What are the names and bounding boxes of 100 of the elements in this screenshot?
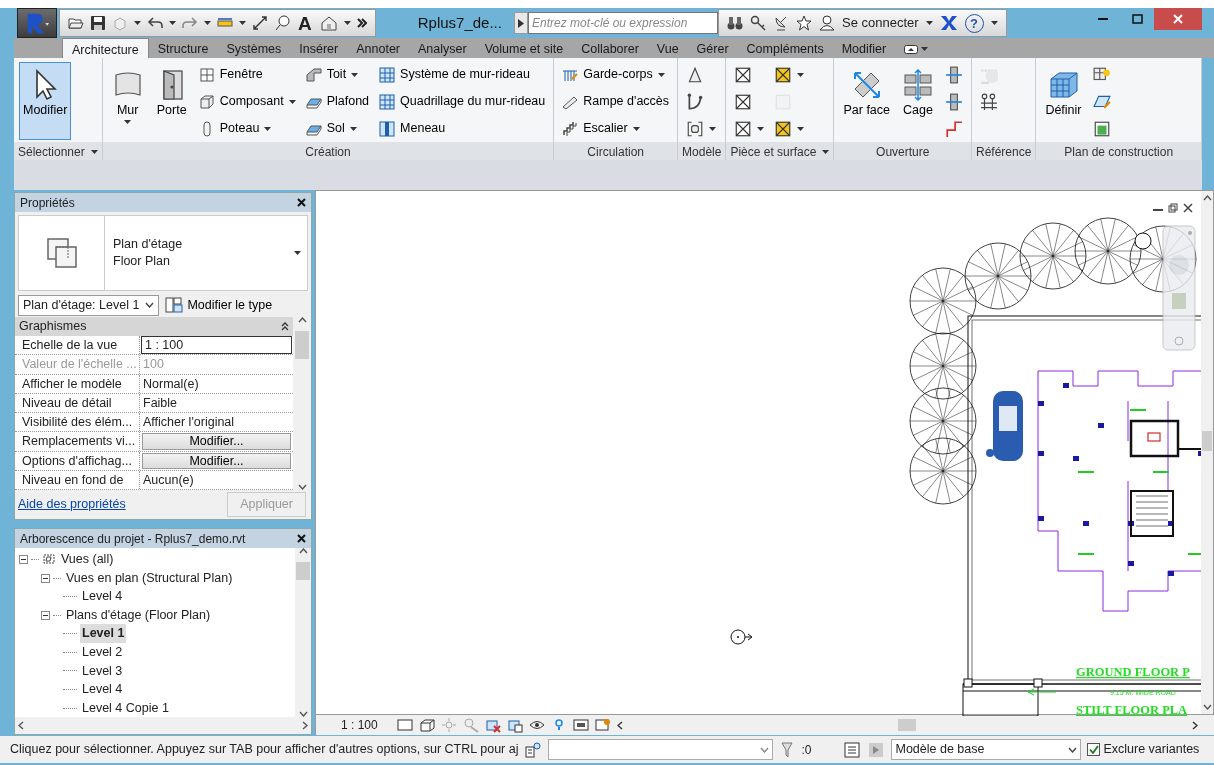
undo-icon[interactable] <box>147 15 163 31</box>
sign-in-button[interactable]: Se connecter <box>841 13 919 33</box>
ribbon-tab[interactable]: Architecture <box>62 38 149 58</box>
scrollbar[interactable] <box>1201 191 1213 714</box>
tree-item[interactable]: Level 3 <box>80 661 125 681</box>
area-icon <box>774 119 793 138</box>
tree-item[interactable]: Vues en plan (Structural Plan) <box>64 568 235 588</box>
star-icon[interactable] <box>795 15 812 31</box>
scroll-thumb[interactable] <box>296 562 310 581</box>
ribbon-button[interactable]: Composant <box>195 89 299 114</box>
ribbon-button[interactable]: Par face <box>839 62 894 140</box>
ribbon-tab[interactable]: Insérer <box>290 38 348 58</box>
scroll-thumb[interactable] <box>1202 431 1212 451</box>
satellite-icon[interactable] <box>772 15 789 31</box>
checkbox[interactable] <box>1087 743 1101 756</box>
ribbon-tab[interactable]: Modifier <box>832 38 896 58</box>
property-value-field[interactable]: 1 : 100 <box>141 336 292 355</box>
ribbon-button[interactable]: Rampe d'accès <box>559 89 673 114</box>
house-icon[interactable] <box>319 15 338 31</box>
tree-item[interactable]: Level 2 <box>80 643 125 662</box>
close-icon[interactable] <box>297 534 306 544</box>
save-icon[interactable] <box>90 15 106 31</box>
scrollbar[interactable] <box>295 548 311 717</box>
exchange-icon[interactable] <box>939 15 958 31</box>
crop-icon[interactable] <box>485 717 501 733</box>
edit-button[interactable]: Modifier... <box>142 452 291 470</box>
detail-level-icon[interactable] <box>397 717 413 733</box>
tree-item[interactable]: Vues (all) <box>59 550 116 569</box>
collapse-icon[interactable] <box>281 322 289 331</box>
caret-icon <box>204 21 211 25</box>
ribbon-tab[interactable]: Collaborer <box>572 38 648 58</box>
ribbon-tab[interactable]: Compléments <box>737 38 833 58</box>
ribbon-button[interactable]: Cage <box>898 62 938 140</box>
ribbon-button[interactable]: Définir <box>1041 62 1086 140</box>
app-menu-button[interactable] <box>17 8 57 38</box>
more-icon[interactable] <box>356 18 367 28</box>
caret-icon <box>822 149 830 154</box>
tree-item[interactable]: Level 4 <box>80 680 125 699</box>
tree-item[interactable]: Level 1 <box>80 624 127 644</box>
key-icon[interactable] <box>749 15 766 31</box>
ribbon-button[interactable]: Escalier <box>559 116 673 141</box>
ribbon-tab[interactable]: Gérer <box>687 38 738 58</box>
edit-button[interactable]: Modifier... <box>142 433 291 450</box>
editing-requests-icon[interactable] <box>843 740 862 759</box>
tree-item[interactable]: Plans d'étage (Floor Plan) <box>64 605 213 625</box>
crop-region-icon[interactable] <box>507 717 523 733</box>
expand-search-button[interactable] <box>513 12 528 34</box>
ribbon-button[interactable]: Modifier <box>19 62 72 140</box>
collapse-icon[interactable] <box>41 610 50 620</box>
close-icon[interactable] <box>297 198 306 207</box>
open-icon[interactable] <box>68 15 84 31</box>
ribbon-button[interactable]: Mur <box>107 62 148 140</box>
ribbon-button[interactable]: Poteau <box>195 116 299 141</box>
ribbon-tab[interactable]: Systèmes <box>217 38 291 58</box>
ribbon-tab[interactable]: Analyser <box>409 38 476 58</box>
scroll-thumb[interactable] <box>295 331 309 359</box>
design-option-dropdown[interactable]: Modèle de base <box>891 739 1082 760</box>
design-options-icon[interactable] <box>867 740 886 759</box>
type-selector[interactable]: Plan d'étage Floor Plan <box>18 215 308 291</box>
ribbon-button[interactable]: Fenêtre <box>195 62 299 87</box>
tree-item[interactable]: Level 4 Copie 1 <box>80 698 171 717</box>
ribbon-button[interactable]: Porte <box>151 62 192 140</box>
filter-icon[interactable] <box>779 741 796 758</box>
close-button[interactable] <box>1154 8 1202 30</box>
redo-icon[interactable] <box>182 15 198 31</box>
scroll-left-icon[interactable] <box>617 720 623 730</box>
ribbon-tab[interactable]: Volume et site <box>475 38 573 58</box>
view-scale[interactable]: 1 : 100 <box>341 716 391 734</box>
close-icon[interactable] <box>1183 203 1193 213</box>
chevron-down-icon <box>1068 746 1078 753</box>
ribbon-tab[interactable]: Vue <box>647 38 688 58</box>
ribbon-button[interactable]: Sol <box>302 116 373 141</box>
help-link[interactable]: Aide des propriétés <box>18 495 126 515</box>
maximize-icon <box>1131 14 1143 24</box>
scroll-right-icon[interactable] <box>1192 720 1198 730</box>
ribbon-button[interactable]: Toit <box>302 62 373 87</box>
ribbon-button[interactable]: Quadrillage du mur-rideau <box>376 89 549 114</box>
collapse-icon[interactable] <box>41 573 50 583</box>
ribbon-button[interactable]: Plafond <box>302 89 373 114</box>
restore-icon[interactable] <box>1168 203 1178 213</box>
dimension-icon[interactable] <box>252 15 268 31</box>
scrollbar[interactable] <box>293 317 311 491</box>
ribbon-tab[interactable]: Structure <box>148 38 218 58</box>
collapse-icon[interactable] <box>19 554 28 564</box>
binoculars-icon[interactable] <box>726 15 743 31</box>
text-tool-button[interactable]: A <box>296 13 314 33</box>
worksharing-icon[interactable] <box>524 740 543 759</box>
user-icon[interactable] <box>818 15 835 31</box>
analysis-icon[interactable] <box>595 717 611 733</box>
ribbon-button[interactable]: Meneau <box>376 116 549 141</box>
instance-dropdown[interactable]: Plan d'étage: Level 1 <box>18 294 160 316</box>
tree-item[interactable]: Level 4 <box>80 587 125 606</box>
search-field[interactable]: Entrez mot-clé ou expression <box>527 12 718 34</box>
ribbon-button[interactable]: Système de mur-rideau <box>376 62 549 87</box>
ribbon-button[interactable]: Garde-corps <box>559 62 673 87</box>
temporary-view-icon[interactable] <box>573 717 589 733</box>
ribbon-tab[interactable]: Annoter <box>347 38 409 58</box>
visual-style-icon[interactable] <box>419 717 435 733</box>
scroll-thumb[interactable] <box>898 719 916 731</box>
edit-type-button[interactable]: Modifier le type <box>165 295 273 315</box>
